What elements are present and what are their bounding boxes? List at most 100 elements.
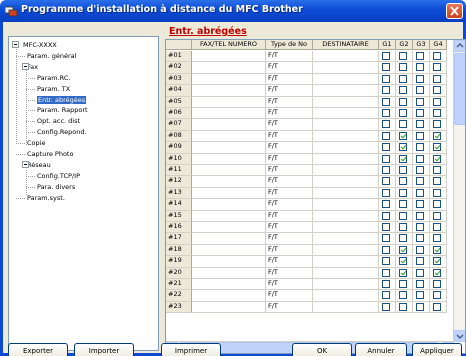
collapse-icon[interactable] (12, 41, 19, 48)
group-checkbox[interactable] (399, 154, 407, 163)
group-checkbox[interactable] (382, 268, 390, 277)
group-checkbox[interactable] (416, 52, 424, 60)
group-checkbox[interactable] (382, 245, 390, 254)
group-checkbox[interactable] (416, 200, 424, 209)
recipient-cell[interactable] (313, 199, 379, 211)
group-checkbox[interactable] (433, 143, 441, 152)
tree-item[interactable]: Param.RC. (37, 73, 70, 83)
export-button[interactable]: Exporter (8, 343, 68, 356)
group-checkbox[interactable] (416, 63, 424, 72)
group-checkbox[interactable] (382, 200, 390, 209)
group-checkbox[interactable] (382, 74, 390, 83)
tree-item[interactable]: Para. divers (37, 182, 75, 192)
group-checkbox[interactable] (399, 109, 407, 117)
number-type-cell[interactable]: F/T (266, 62, 313, 74)
group-checkbox[interactable] (382, 291, 390, 300)
tree-item[interactable]: Param.syst. (27, 193, 65, 203)
recipient-cell[interactable] (313, 130, 379, 143)
group-checkbox[interactable] (416, 280, 424, 288)
column-header[interactable]: FAX/TEL NUMERO (192, 40, 266, 50)
number-type-cell[interactable]: F/T (266, 108, 313, 120)
fax-number-cell[interactable] (192, 256, 266, 268)
recipient-cell[interactable] (313, 244, 379, 257)
group-checkbox[interactable] (416, 257, 424, 266)
import-button[interactable]: Importer (74, 343, 134, 356)
apply-button[interactable]: Appliquer (412, 343, 462, 356)
group-checkbox[interactable] (399, 302, 407, 311)
recipient-cell[interactable] (313, 153, 379, 165)
group-checkbox[interactable] (399, 143, 407, 152)
close-button[interactable] (446, 3, 463, 19)
group-checkbox[interactable] (382, 302, 390, 311)
group-checkbox[interactable] (433, 280, 441, 288)
fax-number-cell[interactable] (192, 108, 266, 120)
group-checkbox[interactable] (433, 86, 441, 95)
group-checkbox[interactable] (399, 131, 407, 140)
group-checkbox[interactable] (433, 52, 441, 60)
recipient-cell[interactable] (313, 256, 379, 268)
recipient-cell[interactable] (313, 233, 379, 245)
group-checkbox[interactable] (433, 177, 441, 186)
group-checkbox[interactable] (399, 188, 407, 197)
column-header[interactable]: G4 (430, 40, 447, 50)
group-checkbox[interactable] (399, 63, 407, 72)
group-checkbox[interactable] (399, 234, 407, 243)
group-checkbox[interactable] (416, 109, 424, 117)
scroll-up-button[interactable] (454, 40, 465, 52)
group-checkbox[interactable] (382, 166, 390, 174)
fax-number-cell[interactable] (192, 244, 266, 257)
group-checkbox[interactable] (382, 120, 390, 129)
group-checkbox[interactable] (382, 188, 390, 197)
number-type-cell[interactable]: F/T (266, 142, 313, 154)
recipient-cell[interactable] (313, 176, 379, 188)
recipient-cell[interactable] (313, 279, 379, 291)
group-checkbox[interactable] (433, 74, 441, 83)
group-checkbox[interactable] (416, 177, 424, 186)
recipient-cell[interactable] (313, 108, 379, 120)
fax-number-cell[interactable] (192, 142, 266, 154)
number-type-cell[interactable]: F/T (266, 301, 313, 314)
group-checkbox[interactable] (433, 302, 441, 311)
recipient-cell[interactable] (313, 142, 379, 154)
group-checkbox[interactable] (399, 52, 407, 60)
vertical-scrollbar[interactable] (453, 40, 465, 342)
group-checkbox[interactable] (382, 52, 390, 60)
group-checkbox[interactable] (382, 86, 390, 95)
group-checkbox[interactable] (433, 257, 441, 266)
group-checkbox[interactable] (433, 109, 441, 117)
number-type-cell[interactable]: F/T (266, 233, 313, 245)
group-checkbox[interactable] (399, 97, 407, 106)
number-type-cell[interactable]: F/T (266, 96, 313, 108)
group-checkbox[interactable] (399, 291, 407, 300)
column-header[interactable]: DESTINATAIRE (313, 40, 379, 50)
group-checkbox[interactable] (416, 97, 424, 106)
number-type-cell[interactable]: F/T (266, 176, 313, 188)
group-checkbox[interactable] (433, 291, 441, 300)
group-checkbox[interactable] (433, 200, 441, 209)
recipient-cell[interactable] (313, 96, 379, 108)
group-checkbox[interactable] (416, 234, 424, 243)
column-header[interactable]: Type de No (266, 40, 313, 50)
number-type-cell[interactable]: F/T (266, 165, 313, 177)
group-checkbox[interactable] (399, 166, 407, 174)
group-checkbox[interactable] (416, 268, 424, 277)
fax-number-cell[interactable] (192, 153, 266, 165)
recipient-cell[interactable] (313, 119, 379, 131)
group-checkbox[interactable] (399, 200, 407, 209)
ok-button[interactable]: OK (292, 343, 352, 356)
fax-number-cell[interactable] (192, 176, 266, 188)
group-checkbox[interactable] (399, 280, 407, 288)
group-checkbox[interactable] (433, 131, 441, 140)
fax-number-cell[interactable] (192, 96, 266, 108)
group-checkbox[interactable] (382, 257, 390, 266)
tree-item[interactable]: Config.TCP/IP (37, 171, 80, 181)
group-checkbox[interactable] (433, 188, 441, 197)
group-checkbox[interactable] (433, 234, 441, 243)
group-checkbox[interactable] (416, 302, 424, 311)
group-checkbox[interactable] (382, 109, 390, 117)
scroll-down-button[interactable] (454, 330, 465, 342)
group-checkbox[interactable] (416, 143, 424, 152)
group-checkbox[interactable] (416, 211, 424, 220)
group-checkbox[interactable] (382, 223, 390, 231)
fax-number-cell[interactable] (192, 267, 266, 279)
